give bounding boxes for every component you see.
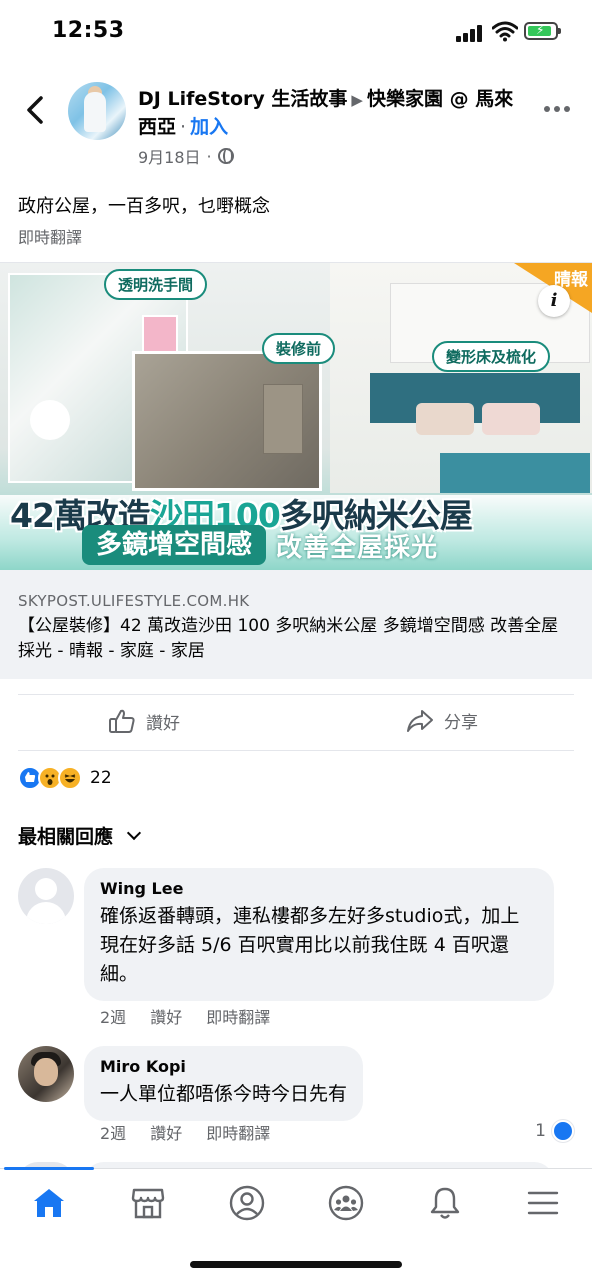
status-time: 12:53 — [52, 18, 125, 43]
comment-sort-dropdown[interactable]: 最相關回應 — [18, 822, 142, 849]
commenter-avatar[interactable] — [18, 1046, 74, 1102]
comment-bubble[interactable]: Wing Lee 確係返番轉頭，連私樓都多左好多studio式，加上現在好多話 … — [84, 868, 554, 1001]
info-icon[interactable]: i — [538, 285, 570, 317]
subheadline-part-2: 改善全屋採光 — [276, 532, 439, 563]
comment-like-button[interactable]: 讚好 — [150, 1004, 182, 1028]
before-renovation-photo — [132, 351, 322, 491]
link-title: 【公屋裝修】42 萬改造沙田 100 多呎納米公屋 多鏡增空間感 改善全屋採光 … — [18, 616, 559, 661]
like-button[interactable]: 讚好 — [108, 708, 180, 734]
image-tag-bathroom: 透明洗手間 — [104, 269, 208, 300]
more-options-icon[interactable] — [544, 106, 570, 114]
image-tag-before: 裝修前 — [262, 333, 336, 364]
thumbs-up-icon — [109, 709, 135, 733]
reaction-count: 22 — [90, 768, 112, 788]
comment-translate-link[interactable]: 即時翻譯 — [206, 1120, 270, 1144]
share-button[interactable]: 分享 — [406, 708, 478, 733]
reactions-summary[interactable]: 22 — [18, 766, 112, 790]
comment-text: 一人單位都唔係今時今日先有 — [100, 1083, 348, 1105]
groups-icon[interactable] — [322, 1183, 370, 1223]
comment-actions: 2週 讚好 即時翻譯 — [100, 1120, 294, 1144]
page-avatar[interactable] — [68, 82, 126, 140]
commenter-name[interactable]: Wing Lee — [100, 878, 538, 900]
like-label: 讚好 — [146, 713, 180, 734]
post-header: DJ LifeStory 生活故事 ▶ 快樂家園 @ 馬來西亞 · 加入 9月18日 · — [0, 80, 592, 175]
share-arrow-icon — [407, 709, 433, 732]
cellular-signal-icon — [456, 24, 484, 42]
link-domain: SKYPOST.ULIFESTYLE.COM.HK — [18, 592, 250, 610]
image-tag-bed: 變形床及梳化 — [432, 341, 551, 372]
comment-like-button[interactable]: 讚好 — [150, 1120, 182, 1144]
post-date-separator: · — [206, 146, 212, 166]
back-arrow-icon[interactable] — [22, 94, 50, 126]
commenter-avatar[interactable] — [18, 868, 74, 924]
post-meta: 9月18日 · — [138, 144, 234, 168]
active-tab-indicator — [4, 1167, 94, 1170]
wifi-icon — [492, 21, 518, 42]
link-preview-card[interactable]: 透明洗手間 裝修前 變形床及梳化 晴報 i 42萬改造沙田100多呎納米公屋 多… — [0, 262, 592, 679]
post-text: 政府公屋，一百多呎，乜嘢概念 — [18, 196, 270, 217]
marketplace-icon[interactable] — [124, 1183, 172, 1223]
image-subheadline: 多鏡增空間感 改善全屋採光 — [82, 525, 448, 565]
triangle-right-icon: ▶ — [351, 91, 363, 109]
status-bar: 12:53 ⚡ — [0, 0, 592, 62]
join-group-button[interactable]: 加入 — [190, 116, 228, 138]
comment-translate-link[interactable]: 即時翻譯 — [206, 1004, 270, 1028]
battery-charging-icon: ⚡ — [524, 22, 561, 40]
comment-actions: 2週 讚好 即時翻譯 — [100, 1004, 294, 1028]
home-indicator — [190, 1261, 402, 1268]
chevron-down-icon — [126, 825, 142, 840]
post-action-row: 讚好 分享 — [0, 696, 592, 752]
subheadline-part-1: 多鏡增空間感 — [82, 525, 267, 565]
comment-bubble[interactable]: Miro Kopi 一人單位都唔係今時今日先有 — [84, 1046, 364, 1121]
share-label: 分享 — [444, 713, 478, 733]
commenter-name[interactable]: Miro Kopi — [100, 1056, 347, 1078]
globe-icon — [217, 148, 234, 164]
comment-like-number: 1 — [535, 1121, 546, 1141]
separator-dot: · — [180, 116, 187, 138]
comment-time: 2週 — [100, 1008, 127, 1027]
link-preview-image[interactable]: 透明洗手間 裝修前 變形床及梳化 晴報 i 42萬改造沙田100多呎納米公屋 多… — [0, 263, 592, 570]
divider — [18, 694, 574, 695]
divider — [18, 750, 574, 751]
haha-reaction-icon — [58, 766, 82, 790]
home-icon[interactable] — [25, 1183, 73, 1223]
notifications-icon[interactable] — [421, 1183, 469, 1223]
post-date[interactable]: 9月18日 — [138, 144, 201, 168]
profile-icon[interactable] — [223, 1183, 271, 1223]
comment-like-count[interactable]: 1 — [535, 1120, 574, 1142]
comment-time: 2週 — [100, 1124, 127, 1143]
page-name-link[interactable]: DJ LifeStory 生活故事 — [138, 88, 347, 110]
comment-sort-label: 最相關回應 — [18, 826, 114, 848]
comment-text: 確係返番轉頭，連私樓都多左好多studio式，加上現在好多話 5/6 百呎實用比… — [100, 905, 520, 985]
like-reaction-icon — [552, 1120, 574, 1142]
menu-icon[interactable] — [519, 1183, 567, 1223]
bottom-navigation — [0, 1167, 592, 1280]
post-author-line: DJ LifeStory 生活故事 ▶ 快樂家園 @ 馬來西亞 · 加入 — [138, 86, 518, 141]
translate-post-link[interactable]: 即時翻譯 — [18, 224, 82, 248]
link-info[interactable]: SKYPOST.ULIFESTYLE.COM.HK 【公屋裝修】42 萬改造沙田… — [0, 570, 592, 679]
